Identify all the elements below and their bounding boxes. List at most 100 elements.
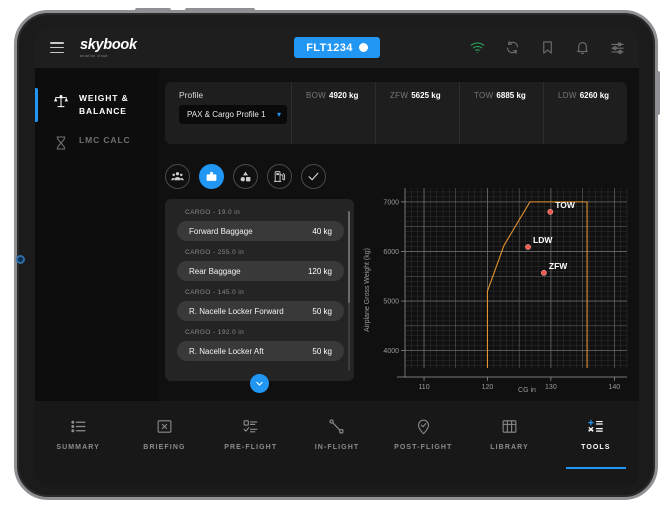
checklist-icon xyxy=(243,420,258,433)
bell-icon[interactable] xyxy=(575,40,590,55)
nav-active-underline xyxy=(307,467,367,470)
items-icon xyxy=(240,171,251,182)
svg-text:130: 130 xyxy=(545,384,557,391)
cargo-tab[interactable] xyxy=(199,164,224,189)
weight-stat-bow: BOW 4920 kg xyxy=(291,82,375,144)
top-bar-icon-group xyxy=(470,40,625,55)
weight-stat-value: 4920 kg xyxy=(329,91,359,100)
fuel-tab[interactable] xyxy=(267,164,292,189)
nav-item-post-flight[interactable]: POST-FLIGHT xyxy=(380,401,466,451)
cargo-station-label: CARGO - 255.0 in xyxy=(185,249,245,256)
flight-status-dot xyxy=(358,43,368,52)
cargo-station-label: CARGO - 145.0 in xyxy=(185,289,245,296)
hourglass-icon xyxy=(56,135,66,150)
scrollbar-thumb[interactable] xyxy=(348,211,350,303)
cargo-item-name: Rear Baggage xyxy=(189,266,241,276)
svg-text:5000: 5000 xyxy=(383,298,399,305)
svg-text:LDW: LDW xyxy=(533,235,553,245)
nav-item-summary[interactable]: SUMMARY xyxy=(35,401,121,451)
route-icon xyxy=(329,419,344,434)
cargo-item-weight: 50 kg xyxy=(312,346,332,356)
skybook-logo: skybook aviation cloud xyxy=(80,36,137,57)
nav-item-pre-flight[interactable]: PRE-FLIGHT xyxy=(208,401,294,451)
profile-label: Profile xyxy=(179,90,204,100)
location-check-icon xyxy=(417,419,429,435)
cargo-list-scrollbar[interactable] xyxy=(348,211,350,371)
nav-item-tools[interactable]: TOOLS xyxy=(553,401,639,469)
device-button-volume-up[interactable] xyxy=(135,8,171,13)
nav-item-label: LIBRARY xyxy=(490,444,529,451)
bottom-navigation: SUMMARY BRIEFING PRE-FLIGHT IN-FLIGHT PO… xyxy=(35,401,639,485)
svg-text:140: 140 xyxy=(608,384,620,391)
cargo-item-name: R. Nacelle Locker Aft xyxy=(189,346,264,356)
device-side-indicator xyxy=(16,255,25,264)
cargo-item-weight: 40 kg xyxy=(312,226,332,236)
svg-text:TOW: TOW xyxy=(555,200,576,210)
profile-column: Profile PAX & Cargo Profile 1 ▾ xyxy=(165,82,291,144)
wifi-icon[interactable] xyxy=(470,40,485,55)
svg-text:ZFW: ZFW xyxy=(549,261,568,271)
cargo-row[interactable]: Rear Baggage 120 kg xyxy=(177,261,344,281)
cargo-item-name: Forward Baggage xyxy=(189,226,253,236)
scales-icon xyxy=(54,94,68,108)
sidebar-item-lmc-calc[interactable]: LMC CALC xyxy=(35,126,159,159)
app-top-bar: skybook aviation cloud FLT1234 xyxy=(35,27,639,68)
nav-item-briefing[interactable]: BRIEFING xyxy=(121,401,207,451)
nav-item-label: PRE-FLIGHT xyxy=(224,444,278,451)
cargo-box-icon xyxy=(206,171,217,181)
cargo-group: CARGO - 192.0 in R. Nacelle Locker Aft 5… xyxy=(177,329,344,361)
cargo-row[interactable]: Forward Baggage 40 kg xyxy=(177,221,344,241)
items-tab[interactable] xyxy=(233,164,258,189)
chevron-down-icon xyxy=(256,381,263,386)
calculator-icon xyxy=(588,419,604,432)
sidebar-item-weight-balance[interactable]: WEIGHT & BALANCE xyxy=(35,84,159,126)
nav-active-underline xyxy=(565,466,626,469)
cargo-row[interactable]: R. Nacelle Locker Forward 50 kg xyxy=(177,301,344,321)
nav-item-label: IN-FLIGHT xyxy=(314,444,360,451)
cargo-station-label: CARGO - 192.0 in xyxy=(185,329,245,336)
flight-number-label: FLT1234 xyxy=(306,41,353,54)
category-tab-group xyxy=(165,164,326,189)
sync-icon[interactable] xyxy=(505,40,520,55)
bookmark-icon[interactable] xyxy=(540,40,555,55)
library-grid-icon xyxy=(502,420,517,433)
weight-stat-value: 6885 kg xyxy=(496,91,526,100)
svg-text:7000: 7000 xyxy=(383,199,399,206)
cargo-group: CARGO - 145.0 in R. Nacelle Locker Forwa… xyxy=(177,289,344,321)
briefing-doc-icon xyxy=(157,420,172,433)
nav-item-label: POST-FLIGHT xyxy=(394,444,453,451)
passengers-tab[interactable] xyxy=(165,164,190,189)
hamburger-menu-icon[interactable] xyxy=(50,42,64,53)
fuel-pump-icon xyxy=(273,171,286,182)
chart-tick-labels: 4000 5000 6000 7000 110 120 130 140 xyxy=(383,199,620,391)
nav-item-in-flight[interactable]: IN-FLIGHT xyxy=(294,401,380,451)
profile-select-dropdown[interactable]: PAX & Cargo Profile 1 ▾ xyxy=(179,105,287,124)
sidebar-item-label: LMC CALC xyxy=(79,134,131,145)
logo-wordmark: skybook xyxy=(80,36,137,53)
chevron-down-icon: ▾ xyxy=(276,109,281,119)
device-button-power[interactable] xyxy=(655,71,660,115)
weight-stat-tow: TOW 6885 kg xyxy=(459,82,543,144)
cargo-row[interactable]: R. Nacelle Locker Aft 50 kg xyxy=(177,341,344,361)
flight-selector-button[interactable]: FLT1234 xyxy=(294,37,380,58)
profile-selected-value: PAX & Cargo Profile 1 xyxy=(187,110,266,119)
nav-item-library[interactable]: LIBRARY xyxy=(466,401,552,451)
settings-sliders-icon[interactable] xyxy=(610,40,625,55)
nav-item-label: SUMMARY xyxy=(56,444,100,451)
cargo-group: CARGO - 19.0 in Forward Baggage 40 kg xyxy=(177,209,344,241)
cargo-station-label: CARGO - 19.0 in xyxy=(185,209,241,216)
device-button-volume-down[interactable] xyxy=(185,8,255,13)
weight-stat-key: LDW xyxy=(558,91,577,100)
confirm-tab[interactable] xyxy=(301,164,326,189)
weight-stat-key: ZFW xyxy=(390,91,409,100)
check-icon xyxy=(308,172,319,181)
active-indicator-bar xyxy=(35,130,38,155)
tablet-device-frame: skybook aviation cloud FLT1234 WEIGHT & … xyxy=(14,8,660,500)
weight-stat-zfw: ZFW 5625 kg xyxy=(375,82,459,144)
collapse-panel-button[interactable] xyxy=(250,374,269,393)
nav-active-underline xyxy=(221,467,281,470)
chart-y-axis-label: Airplane Gross Weight (kg) xyxy=(364,248,371,332)
svg-text:6000: 6000 xyxy=(383,249,399,256)
nav-active-underline xyxy=(480,467,540,470)
chart-data-points: TOW LDW ZFW xyxy=(525,200,576,276)
